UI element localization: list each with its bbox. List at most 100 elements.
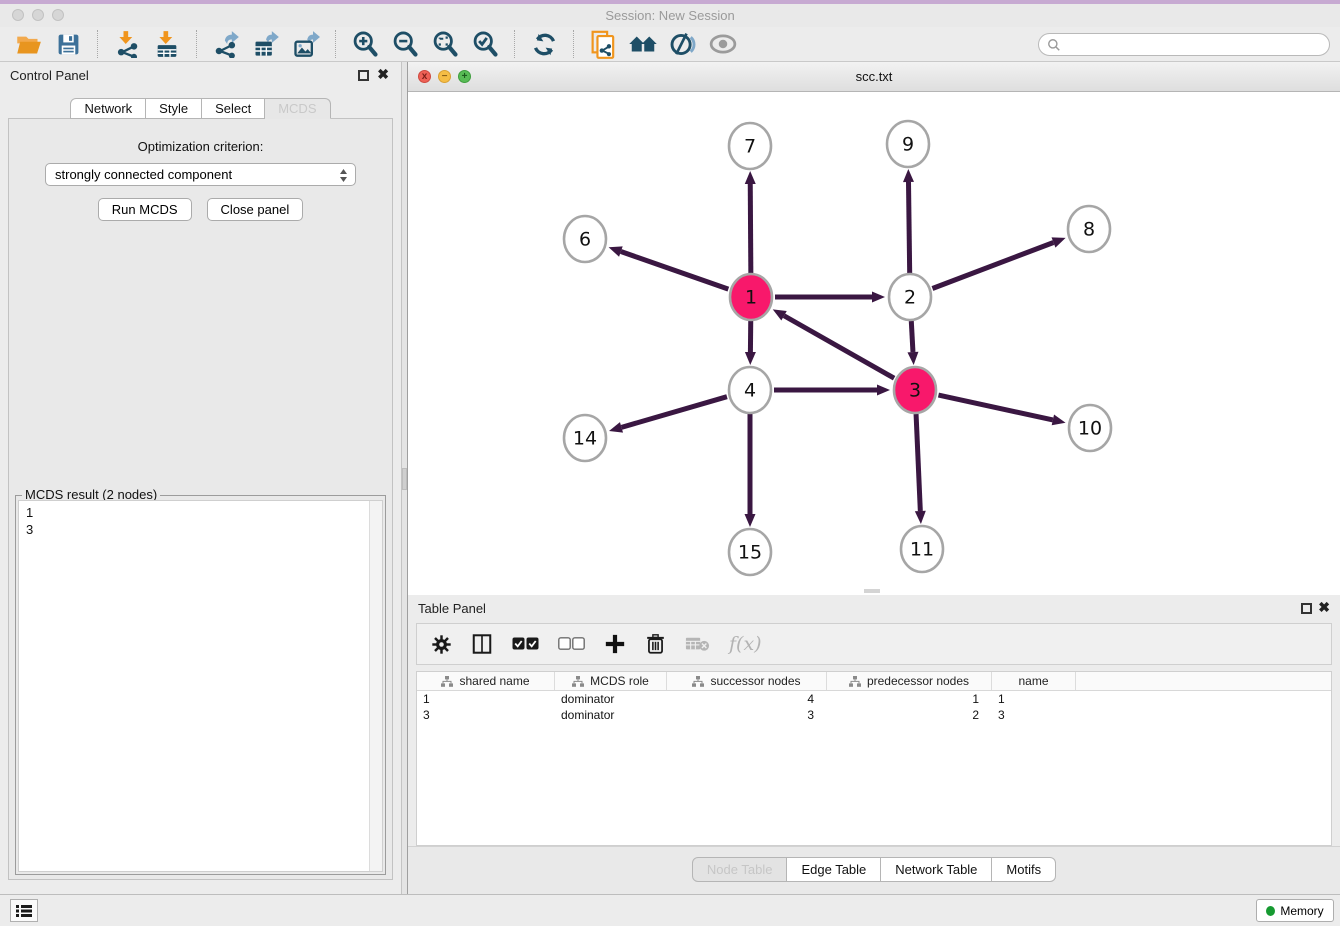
network-canvas[interactable]: 7968124314101511 bbox=[408, 92, 1340, 595]
home-icon[interactable] bbox=[628, 29, 658, 59]
export-network-icon[interactable] bbox=[211, 29, 241, 59]
node-table[interactable]: shared name MCDS role successor nodes pr… bbox=[416, 671, 1332, 846]
graph-edge-1-7[interactable] bbox=[750, 184, 751, 273]
table-settings-gear-icon[interactable] bbox=[431, 634, 452, 655]
delete-table-icon[interactable] bbox=[685, 636, 710, 652]
graph-node-label: 3 bbox=[909, 380, 921, 402]
network-view-window: x − + scc.txt 7968124314101511 bbox=[408, 62, 1340, 595]
save-icon[interactable] bbox=[53, 29, 83, 59]
table-row[interactable]: 1 dominator 4 1 1 bbox=[417, 691, 1331, 707]
export-table-icon[interactable] bbox=[251, 29, 281, 59]
search-box[interactable] bbox=[1038, 33, 1330, 56]
zoom-selected-icon[interactable] bbox=[470, 29, 500, 59]
control-panel-header: Control Panel ✖ bbox=[0, 62, 401, 88]
column-header-successor-nodes[interactable]: successor nodes bbox=[667, 672, 827, 690]
cell-predecessor-nodes[interactable]: 1 bbox=[827, 691, 992, 707]
zoom-out-icon[interactable] bbox=[390, 29, 420, 59]
mcds-result-list[interactable]: 1 3 bbox=[18, 500, 383, 872]
network-window-titlebar: x − + scc.txt bbox=[408, 62, 1340, 92]
import-table-icon[interactable] bbox=[152, 29, 182, 59]
cell-shared-name[interactable]: 1 bbox=[417, 691, 555, 707]
graph-edge-4-14[interactable] bbox=[621, 397, 726, 428]
import-network-icon[interactable] bbox=[112, 29, 142, 59]
cell-mcds-role[interactable]: dominator bbox=[555, 691, 667, 707]
graph-edge-2-3[interactable] bbox=[911, 321, 913, 352]
hide-glasses-icon[interactable] bbox=[668, 29, 698, 59]
table-panel-footer: Node Table Edge Table Network Table Moti… bbox=[408, 846, 1340, 894]
close-table-panel-icon[interactable]: ✖ bbox=[1318, 599, 1330, 616]
graph-edge-3-10[interactable] bbox=[938, 395, 1052, 420]
network-resize-grip[interactable] bbox=[864, 589, 880, 593]
graph-edge-arrowhead bbox=[609, 422, 623, 433]
cell-successor-nodes[interactable]: 4 bbox=[667, 691, 827, 707]
graph-node-label: 1 bbox=[745, 287, 757, 309]
open-folder-icon[interactable] bbox=[13, 29, 43, 59]
float-panel-icon[interactable] bbox=[358, 70, 369, 81]
function-builder-icon[interactable]: f(x) bbox=[729, 633, 762, 655]
column-header-mcds-role[interactable]: MCDS role bbox=[555, 672, 667, 690]
tab-edge-table[interactable]: Edge Table bbox=[787, 857, 881, 882]
show-eye-icon[interactable] bbox=[708, 29, 738, 59]
graph-edge-2-8[interactable] bbox=[932, 242, 1053, 288]
graph-node-label: 6 bbox=[579, 229, 591, 251]
titlebar: Session: New Session bbox=[0, 4, 1340, 27]
cell-name[interactable]: 3 bbox=[992, 707, 1076, 723]
graph-edge-1-6[interactable] bbox=[621, 252, 728, 290]
column-header-name[interactable]: name bbox=[992, 672, 1076, 690]
graph-node-label: 7 bbox=[744, 136, 756, 158]
run-mcds-button[interactable]: Run MCDS bbox=[98, 198, 192, 221]
toolbar-separator bbox=[573, 30, 574, 58]
tab-network[interactable]: Network bbox=[70, 98, 146, 119]
new-network-file-icon[interactable] bbox=[588, 29, 618, 59]
result-scrollbar[interactable] bbox=[369, 501, 382, 871]
optimization-criterion-value: strongly connected component bbox=[55, 167, 232, 182]
graph-edge-arrowhead bbox=[745, 514, 756, 527]
window-title: Session: New Session bbox=[0, 8, 1340, 23]
graph-node-label: 2 bbox=[904, 287, 916, 309]
tab-select[interactable]: Select bbox=[202, 98, 265, 119]
splitter-grip[interactable] bbox=[402, 468, 407, 490]
mcds-result-item: 1 bbox=[26, 504, 362, 521]
optimization-criterion-select[interactable]: strongly connected component bbox=[45, 163, 356, 186]
close-panel-icon[interactable]: ✖ bbox=[377, 66, 389, 83]
graph-node-label: 10 bbox=[1078, 418, 1102, 440]
float-table-panel-icon[interactable] bbox=[1301, 603, 1312, 614]
zoom-fit-icon[interactable] bbox=[430, 29, 460, 59]
cell-mcds-role[interactable]: dominator bbox=[555, 707, 667, 723]
cell-shared-name[interactable]: 3 bbox=[417, 707, 555, 723]
tab-style[interactable]: Style bbox=[146, 98, 202, 119]
cell-predecessor-nodes[interactable]: 2 bbox=[827, 707, 992, 723]
table-panel-title: Table Panel bbox=[418, 601, 486, 616]
tab-node-table[interactable]: Node Table bbox=[692, 857, 788, 882]
table-row[interactable]: 3 dominator 3 2 3 bbox=[417, 707, 1331, 723]
task-history-button[interactable] bbox=[10, 899, 38, 922]
close-panel-button[interactable]: Close panel bbox=[207, 198, 304, 221]
select-all-checkboxes-icon[interactable] bbox=[512, 637, 539, 651]
graph-edge-3-11[interactable] bbox=[916, 414, 920, 511]
graph-edge-2-9[interactable] bbox=[908, 182, 909, 273]
graph-edge-arrowhead bbox=[877, 385, 890, 396]
column-type-icon bbox=[441, 676, 453, 687]
cell-name[interactable]: 1 bbox=[992, 691, 1076, 707]
tab-network-table[interactable]: Network Table bbox=[881, 857, 992, 882]
graph-edge-arrowhead bbox=[907, 352, 918, 365]
search-input[interactable] bbox=[1061, 34, 1329, 55]
apply-layout-icon[interactable] bbox=[529, 29, 559, 59]
column-header-shared-name[interactable]: shared name bbox=[417, 672, 555, 690]
clear-checkboxes-icon[interactable] bbox=[558, 637, 585, 651]
column-type-icon bbox=[692, 676, 704, 687]
export-image-icon[interactable] bbox=[291, 29, 321, 59]
add-column-plus-icon[interactable] bbox=[604, 633, 626, 655]
select-chevrons-icon bbox=[339, 168, 348, 186]
split-columns-icon[interactable] bbox=[471, 633, 493, 655]
cell-successor-nodes[interactable]: 3 bbox=[667, 707, 827, 723]
tab-mcds[interactable]: MCDS bbox=[265, 98, 330, 119]
column-header-predecessor-nodes[interactable]: predecessor nodes bbox=[827, 672, 992, 690]
panel-splitter[interactable] bbox=[401, 62, 408, 894]
zoom-in-icon[interactable] bbox=[350, 29, 380, 59]
memory-button[interactable]: Memory bbox=[1256, 899, 1334, 922]
tab-motifs[interactable]: Motifs bbox=[992, 857, 1056, 882]
mcds-panel: Optimization criterion: strongly connect… bbox=[8, 118, 393, 880]
graph-edge-3-1[interactable] bbox=[784, 316, 894, 378]
delete-column-trash-icon[interactable] bbox=[645, 633, 666, 655]
